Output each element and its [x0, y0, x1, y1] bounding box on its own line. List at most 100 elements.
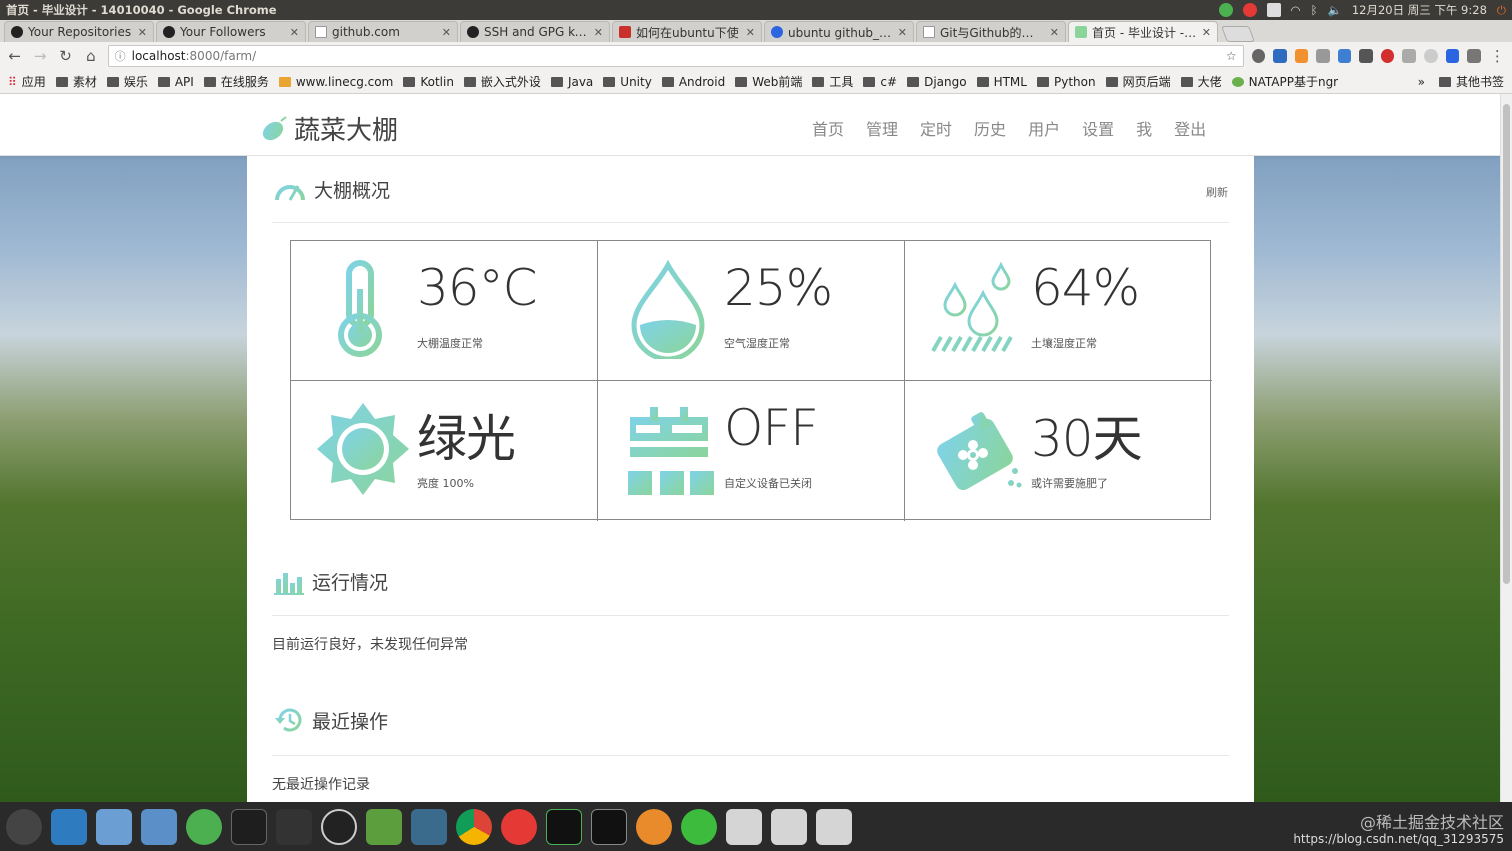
nav-logout[interactable]: 登出 [1174, 116, 1206, 140]
extension-icon[interactable] [1359, 49, 1373, 63]
intellij-icon[interactable] [231, 808, 267, 845]
bookmark-folder[interactable]: Django [907, 75, 967, 89]
close-icon[interactable]: ✕ [290, 26, 299, 39]
bluetooth-icon[interactable]: ᛒ [1311, 3, 1318, 17]
adblock-icon[interactable] [1380, 49, 1395, 63]
tab-csdn[interactable]: 如何在ubuntu下使 ✕ [612, 21, 762, 42]
nav-me[interactable]: 我 [1136, 116, 1152, 140]
soil-humidity-cell[interactable]: 64% 土壤湿度正常 [905, 241, 1212, 381]
bookmark-apps[interactable]: ⠿ 应用 [8, 73, 46, 90]
tab-git-github[interactable]: Git与Github的使用 ✕ [916, 21, 1066, 42]
bookmark-folder[interactable]: 大佬 [1180, 73, 1222, 90]
bookmark-folder[interactable]: 在线服务 [203, 73, 269, 90]
other-bookmarks[interactable]: 其他书签 [1438, 73, 1504, 90]
url-text[interactable]: localhost:8000/farm/ [132, 49, 1220, 63]
bookmark-folder[interactable]: 娱乐 [106, 73, 148, 90]
pycharm-icon[interactable] [546, 808, 582, 845]
close-icon[interactable]: ✕ [1050, 26, 1059, 39]
tab-ssh-keys[interactable]: SSH and GPG keys ✕ [460, 21, 610, 42]
fox-app-icon[interactable] [636, 808, 672, 845]
bookmark-folder[interactable]: 嵌入式外设 [463, 73, 541, 90]
forward-icon[interactable]: → [31, 47, 48, 65]
nav-history[interactable]: 历史 [974, 116, 1006, 140]
terminal-icon[interactable] [591, 808, 627, 845]
bookmark-folder[interactable]: Kotlin [403, 75, 454, 89]
nav-schedule[interactable]: 定时 [920, 116, 952, 140]
close-icon[interactable]: ✕ [442, 26, 451, 39]
brand[interactable]: 蔬菜大棚 [260, 110, 398, 147]
bookmark-folder[interactable]: Unity [603, 75, 652, 89]
info-icon[interactable]: ⓘ [115, 48, 126, 64]
bookmark-folder[interactable]: Web前端 [735, 73, 802, 90]
refresh-link[interactable]: 刷新 [1206, 184, 1228, 200]
close-icon[interactable]: ✕ [898, 26, 907, 39]
extension-icon[interactable] [1294, 49, 1309, 63]
extension-icon[interactable] [1445, 49, 1460, 63]
bookmark-folder[interactable]: 网页后端 [1105, 73, 1171, 90]
extension-icon[interactable] [1337, 49, 1352, 63]
close-icon[interactable]: ✕ [1202, 26, 1211, 39]
scrollbar-thumb[interactable] [1503, 104, 1510, 584]
extension-icon[interactable] [1402, 49, 1416, 63]
wechat-icon[interactable] [681, 808, 717, 845]
netease-music-tray-icon[interactable] [1242, 3, 1257, 17]
bookmark-folder[interactable]: API [157, 75, 194, 89]
nav-home[interactable]: 首页 [812, 116, 844, 140]
extension-icon[interactable] [1273, 49, 1287, 63]
android-studio-icon[interactable] [366, 808, 402, 845]
chrome-icon[interactable] [456, 808, 492, 845]
clock[interactable]: 12月20日 周三 下午 9:28 [1352, 2, 1487, 18]
unity-icon[interactable] [276, 808, 312, 845]
home-icon[interactable]: ⌂ [82, 47, 99, 65]
netease-music-icon[interactable] [501, 808, 537, 845]
tab-your-repositories[interactable]: Your Repositories ✕ [4, 21, 154, 42]
close-icon[interactable]: ✕ [746, 26, 755, 39]
settings-icon[interactable] [411, 808, 447, 845]
page-scrollbar[interactable] [1500, 94, 1512, 802]
new-tab-button[interactable] [1221, 26, 1255, 42]
tab-github[interactable]: github.com ✕ [308, 21, 458, 42]
drive-icon[interactable] [816, 808, 852, 845]
wifi-icon[interactable]: ◠ [1291, 3, 1301, 17]
drive-icon[interactable] [771, 808, 807, 845]
files-icon[interactable] [51, 808, 87, 845]
input-method-icon[interactable] [1266, 3, 1281, 17]
bookmark-folder[interactable]: Python [1036, 75, 1096, 89]
close-icon[interactable]: ✕ [138, 26, 147, 39]
nav-settings[interactable]: 设置 [1082, 116, 1114, 140]
star-icon[interactable]: ☆ [1226, 49, 1237, 63]
extension-icon[interactable] [1316, 49, 1330, 63]
extension-icon[interactable] [1251, 49, 1266, 63]
device-cell[interactable]: OFF 自定义设备已关闭 [598, 381, 905, 521]
bookmark-folder[interactable]: 工具 [812, 73, 853, 90]
extension-icon[interactable] [1467, 49, 1481, 63]
home-folder-icon[interactable] [141, 808, 177, 845]
close-icon[interactable]: ✕ [594, 26, 603, 39]
bookmark-folder[interactable]: 素材 [55, 73, 97, 90]
sublime-icon[interactable] [321, 808, 357, 845]
address-bar[interactable]: ⓘ localhost:8000/farm/ ☆ [107, 45, 1244, 67]
telegram-icon[interactable] [186, 808, 222, 845]
extension-icon[interactable] [1424, 49, 1438, 63]
bookmark-link[interactable]: NATAPP基于ngr [1231, 73, 1338, 90]
reload-icon[interactable]: ↻ [57, 47, 74, 65]
back-icon[interactable]: ← [6, 47, 23, 65]
light-cell[interactable]: 绿光 亮度 100% [291, 381, 598, 521]
telegram-tray-icon[interactable] [1218, 3, 1233, 17]
power-icon[interactable]: ⏻ [1497, 3, 1506, 18]
bookmark-folder[interactable]: c# [863, 75, 897, 89]
fertilizer-cell[interactable]: 30天 或许需要施肥了 [905, 381, 1212, 521]
bookmark-link[interactable]: www.linecg.com [278, 75, 393, 89]
bookmark-folder[interactable]: HTML [976, 75, 1027, 89]
bookmark-folder[interactable]: Android [661, 75, 725, 89]
mixer-icon[interactable] [96, 808, 132, 845]
drive-icon[interactable] [726, 808, 762, 845]
bookmarks-overflow-button[interactable]: » [1418, 75, 1425, 89]
nav-manage[interactable]: 管理 [866, 116, 898, 140]
tab-baidu[interactable]: ubuntu github_百度 ✕ [764, 21, 914, 42]
temperature-cell[interactable]: 36°C 大棚温度正常 [291, 241, 598, 381]
air-humidity-cell[interactable]: 25% 空气湿度正常 [598, 241, 905, 381]
ubuntu-launcher-icon[interactable] [6, 808, 42, 845]
tab-your-followers[interactable]: Your Followers ✕ [156, 21, 306, 42]
nav-users[interactable]: 用户 [1028, 116, 1060, 140]
